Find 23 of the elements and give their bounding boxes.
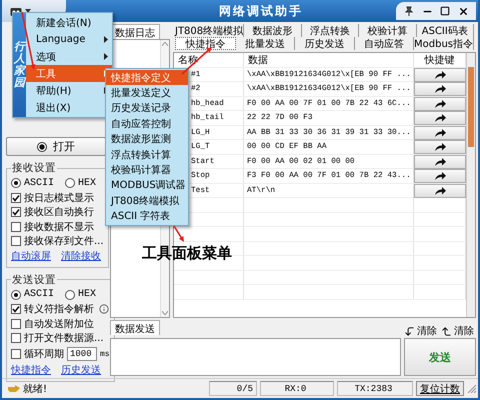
status-message: 就绪! — [23, 382, 48, 396]
unit-label: ms — [100, 350, 110, 358]
checkbox-label: 打开文件数据源... — [24, 332, 104, 346]
radio-label: HEX — [78, 289, 96, 300]
checkbox-label: 自动发送附加位 — [24, 318, 94, 331]
annotation-label: 工具面板菜单 — [142, 244, 232, 263]
group-title: 发送设置 — [11, 272, 57, 286]
status-field: 0/5 — [209, 381, 257, 396]
radio-label: ASCII — [24, 178, 54, 189]
checkbox-label: 接收区自动换行 — [24, 206, 94, 220]
window-title: 网络调试助手 — [218, 2, 304, 20]
status-field: RX:0 — [260, 381, 334, 396]
checkbox-label: 转义符指令解析 — [24, 302, 94, 316]
radio-label: HEX — [78, 178, 96, 189]
group-title: 接收设置 — [11, 161, 57, 175]
column-header: 数据 — [244, 53, 414, 67]
menu-banner: 行人家园 — [13, 13, 26, 117]
radio-label: ASCII — [24, 289, 54, 300]
checkbox-label: 循环周期 — [24, 348, 64, 361]
status-field: TX:2383 — [337, 381, 413, 396]
checkbox-label: 按日志模式显示 — [24, 192, 94, 205]
checkbox-label: 接收保存到文件... — [24, 234, 104, 248]
checkbox-label: 接收数据不显示 — [24, 220, 94, 234]
